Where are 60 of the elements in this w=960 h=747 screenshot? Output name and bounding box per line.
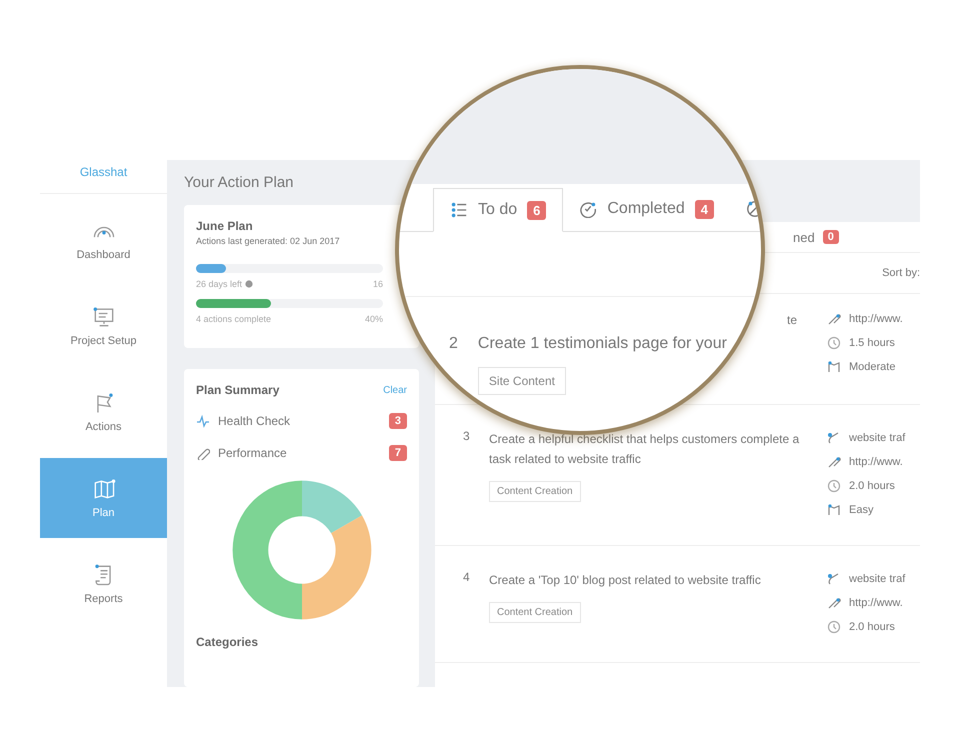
row-number: 3 <box>463 429 471 445</box>
link-icon <box>827 455 841 469</box>
tag-icon <box>827 431 841 445</box>
tag-icon <box>827 572 841 586</box>
link-icon <box>827 312 841 326</box>
tab-label[interactable]: ned <box>793 230 815 244</box>
meta-text: website traf <box>849 432 906 444</box>
card-title: Plan Summary <box>196 383 280 397</box>
meta-text: 2.0 hours <box>849 621 895 633</box>
row-number: 2 <box>449 335 458 354</box>
clock-icon <box>827 479 841 493</box>
meta-text: Easy <box>849 504 874 516</box>
check-circle-icon <box>579 200 598 218</box>
flag-icon <box>827 503 841 517</box>
category-tag: Site Content <box>478 367 566 395</box>
clock-icon <box>827 336 841 350</box>
category-tag: Content Creation <box>489 602 581 623</box>
category-tag: Content Creation <box>489 481 581 502</box>
sort-label: Sort by: <box>882 267 920 279</box>
progress-value: 16 <box>372 279 383 289</box>
monitor-icon <box>90 305 116 329</box>
count-badge: 0 <box>822 230 839 244</box>
meta-text: http://www. <box>849 313 903 325</box>
nav-item[interactable]: Reports <box>40 544 167 624</box>
summary-label: Performance <box>218 446 287 460</box>
panel-title: Your Action Plan <box>184 174 295 191</box>
progress-label: 26 days left <box>196 279 242 289</box>
link-icon <box>827 596 841 610</box>
meta-text: Moderate <box>849 361 896 373</box>
count-badge: 3 <box>388 413 407 429</box>
meta-text: 1.5 hours <box>849 337 895 349</box>
tab[interactable]: To do 6 <box>433 188 564 232</box>
task-title: te <box>787 312 798 329</box>
meta-text: http://www. <box>849 597 903 609</box>
count-badge: 7 <box>388 445 407 461</box>
info-icon <box>245 280 254 288</box>
task-title: Create a helpful checklist that helps customers complete a task related to website traffic <box>489 431 800 468</box>
progress-value: 40% <box>364 314 383 324</box>
nav-item[interactable]: Plan <box>40 458 167 538</box>
meta-text: 2.0 hours <box>849 480 895 492</box>
nav-item[interactable]: Actions <box>40 372 167 452</box>
pill-icon <box>196 446 210 460</box>
nav-item[interactable]: Dashboard <box>40 200 167 280</box>
task-title: Create a 'Top 10' blog post related to website traffic <box>489 572 762 589</box>
card-title: June Plan <box>196 219 254 233</box>
list-icon <box>450 201 468 219</box>
meta-text: http://www. <box>849 456 903 468</box>
clock-icon <box>827 620 841 634</box>
summary-label: Health Check <box>218 414 290 428</box>
clear-link[interactable]: Clear <box>383 384 407 396</box>
row-number: 4 <box>463 570 471 586</box>
card-subtitle: Actions last generated: 02 Jun 2017 <box>196 236 341 246</box>
nav-item[interactable]: Project Setup <box>40 286 167 366</box>
progress-label: 4 actions complete <box>196 314 272 324</box>
task-title: Create 1 testimonials page for your <box>478 335 727 353</box>
pulse-icon <box>196 414 210 428</box>
section-title: Categories <box>196 635 260 649</box>
flag-icon <box>827 360 841 374</box>
tab[interactable]: Completed 4 <box>563 187 730 231</box>
meta-text: website traf <box>849 573 906 585</box>
